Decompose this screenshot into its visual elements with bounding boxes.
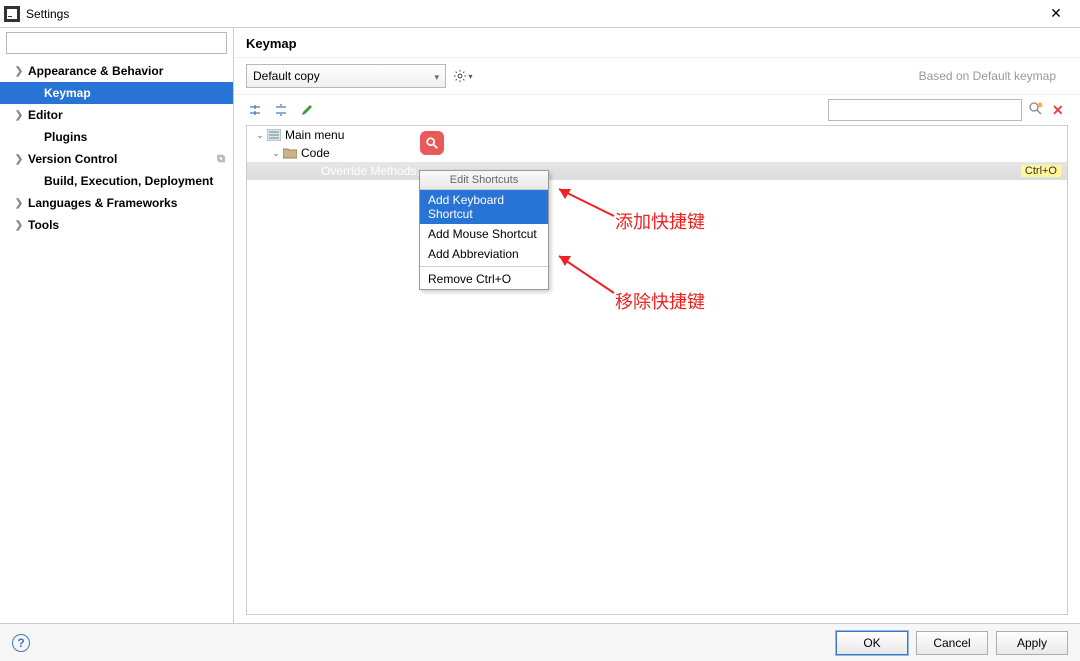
gear-button[interactable]: ▾ — [452, 65, 474, 87]
tree-label: Code — [301, 146, 330, 160]
sidebar-search-input[interactable] — [6, 32, 227, 54]
menu-separator — [420, 266, 548, 267]
sidebar-item-plugins[interactable]: ❯Plugins — [0, 126, 233, 148]
settings-sidebar: ❯Appearance & Behavior ❯Keymap ❯Editor ❯… — [0, 28, 234, 623]
menu-item-add-abbreviation[interactable]: Add Abbreviation — [420, 244, 548, 264]
annotation-arrow-icon — [549, 181, 619, 221]
keymap-search-input[interactable] — [828, 99, 1022, 121]
scheme-value: Default copy — [253, 69, 320, 83]
help-button[interactable]: ? — [12, 634, 30, 652]
tree-label: Override Methods... — [321, 164, 426, 178]
main-panel: Keymap Default copy ▾ ▾ Based on Default… — [234, 28, 1080, 623]
keymap-scheme-select[interactable]: Default copy ▾ — [246, 64, 446, 88]
tree-label: Main menu — [285, 128, 344, 142]
edit-button[interactable] — [298, 101, 316, 119]
settings-tree: ❯Appearance & Behavior ❯Keymap ❯Editor ❯… — [0, 58, 233, 236]
sidebar-item-label: Version Control — [28, 152, 117, 166]
sidebar-item-appearance[interactable]: ❯Appearance & Behavior — [0, 60, 233, 82]
sidebar-item-editor[interactable]: ❯Editor — [0, 104, 233, 126]
window-title: Settings — [26, 7, 1036, 21]
tree-row-override-methods[interactable]: Override Methods... Ctrl+O — [247, 162, 1067, 180]
annotation-arrow-icon — [549, 248, 619, 298]
keymap-tree[interactable]: ⌄ Main menu ⌄ Code Override Methods... C… — [246, 125, 1068, 615]
tree-row-main-menu[interactable]: ⌄ Main menu — [247, 126, 1067, 144]
ok-button[interactable]: OK — [836, 631, 908, 655]
sidebar-item-keymap[interactable]: ❯Keymap — [0, 82, 233, 104]
sidebar-item-label: Editor — [28, 108, 63, 122]
chevron-down-icon: ⌄ — [253, 130, 267, 141]
menu-item-add-keyboard-shortcut[interactable]: Add Keyboard Shortcut — [420, 190, 548, 224]
find-by-shortcut-button[interactable] — [1028, 101, 1046, 119]
collapse-all-button[interactable] — [272, 101, 290, 119]
expand-all-button[interactable] — [246, 101, 264, 119]
dialog-footer: ? OK Cancel Apply — [0, 623, 1080, 661]
cancel-button[interactable]: Cancel — [916, 631, 988, 655]
menu-icon — [267, 128, 281, 142]
sidebar-item-label: Languages & Frameworks — [28, 196, 177, 210]
context-menu-header: Edit Shortcuts — [420, 171, 548, 190]
titlebar: Settings ✕ — [0, 0, 1080, 28]
clear-search-button[interactable]: ✕ — [1052, 102, 1068, 118]
based-on-label: Based on Default keymap — [919, 69, 1056, 83]
sidebar-item-label: Keymap — [44, 86, 91, 100]
close-button[interactable]: ✕ — [1036, 5, 1076, 22]
sidebar-item-tools[interactable]: ❯Tools — [0, 214, 233, 236]
page-title: Keymap — [234, 28, 1080, 58]
sidebar-item-version-control[interactable]: ❯Version Control⧉ — [0, 148, 233, 170]
shortcut-badge: Ctrl+O — [1021, 165, 1061, 177]
vc-badge-icon: ⧉ — [217, 153, 225, 166]
context-menu: Edit Shortcuts Add Keyboard Shortcut Add… — [419, 170, 549, 290]
chevron-down-icon: ⌄ — [269, 148, 283, 159]
folder-icon — [283, 146, 297, 160]
annotation-add: 添加快捷键 — [615, 208, 705, 234]
sidebar-item-languages[interactable]: ❯Languages & Frameworks — [0, 192, 233, 214]
magnifier-badge-icon — [420, 131, 444, 155]
annotation-remove: 移除快捷键 — [615, 288, 705, 314]
sidebar-item-label: Appearance & Behavior — [28, 64, 163, 78]
chevron-down-icon: ▾ — [434, 72, 439, 83]
sidebar-item-label: Plugins — [44, 130, 87, 144]
tree-row-code[interactable]: ⌄ Code — [247, 144, 1067, 162]
apply-button[interactable]: Apply — [996, 631, 1068, 655]
menu-item-remove-shortcut[interactable]: Remove Ctrl+O — [420, 269, 548, 289]
menu-item-add-mouse-shortcut[interactable]: Add Mouse Shortcut — [420, 224, 548, 244]
sidebar-item-label: Build, Execution, Deployment — [44, 174, 213, 188]
sidebar-item-label: Tools — [28, 218, 59, 232]
app-icon — [4, 6, 20, 22]
sidebar-item-build[interactable]: ❯Build, Execution, Deployment — [0, 170, 233, 192]
chevron-down-icon: ▾ — [468, 72, 472, 81]
